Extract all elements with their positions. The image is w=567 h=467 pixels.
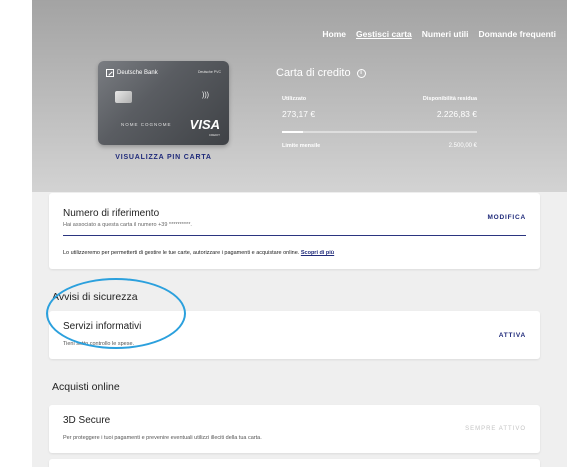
available-label: Disponibilità residua (422, 96, 477, 102)
edit-reference-button[interactable]: MODIFICA (487, 214, 526, 221)
used-value: 273,17 € (282, 109, 316, 119)
nav-domande-frequenti[interactable]: Domande frequenti (479, 29, 556, 39)
credit-card-title: Carta di credito i (276, 67, 366, 79)
reference-title: Numero di riferimento (63, 208, 160, 219)
card-bank: Deutsche Bank (106, 69, 158, 77)
deutsche-bank-logo-icon (106, 69, 114, 77)
app-frame: Home Gestisci carta Numeri utili Domande… (32, 0, 567, 467)
3d-secure-panel: 3D Secure Per proteggere i tuoi pagament… (49, 405, 540, 453)
card-hero: Home Gestisci carta Numeri utili Domande… (32, 0, 567, 192)
info-icon[interactable]: i (356, 68, 366, 78)
card-holder: NOME COGNOME (121, 122, 172, 127)
reference-note-text: Lo utilizzeremo per permetterti di gesti… (63, 250, 300, 256)
view-pin-link[interactable]: VISUALIZZA PIN CARTA (98, 154, 229, 161)
used-label: Utilizzato (282, 96, 307, 102)
learn-more-link[interactable]: Scopri di più (301, 250, 334, 256)
nav-gestisci-carta[interactable]: Gestisci carta (356, 29, 412, 39)
highlight-circle (46, 278, 186, 349)
always-active-status: SEMPRE ATTIVO (465, 426, 526, 432)
reference-note: Lo utilizzeremo per permetterti di gesti… (63, 250, 334, 256)
contactless-icon: ))) (202, 92, 209, 99)
usage-progress-fill (282, 131, 304, 133)
limit-value: 2.500,00 € (448, 143, 477, 149)
limit-label: Limite mensile (282, 143, 321, 149)
reference-subtitle: Hai associato a questa carta il numero +… (63, 222, 192, 228)
activate-button[interactable]: ATTIVA (499, 332, 526, 339)
card-bank-name: Deutsche Bank (117, 70, 158, 76)
credit-card-image: Deutsche Bank Deutsche PVC ))) NOME COGN… (98, 61, 229, 145)
next-panel (49, 459, 540, 467)
usage-progress-bar (282, 131, 477, 133)
nav-numeri-utili[interactable]: Numeri utili (422, 29, 469, 39)
card-network-sub: CREDIT (208, 133, 220, 137)
nav-home[interactable]: Home (322, 29, 346, 39)
3d-secure-subtitle: Per proteggere i tuoi pagamenti e preven… (63, 435, 262, 441)
online-purchases-heading: Acquisti online (52, 381, 120, 393)
available-value: 2.226,83 € (436, 109, 477, 119)
card-brand: Deutsche PVC (198, 70, 221, 74)
credit-card-title-text: Carta di credito (276, 67, 351, 79)
divider (63, 235, 526, 236)
reference-number-panel: Numero di riferimento Hai associato a qu… (49, 193, 540, 269)
3d-secure-title: 3D Secure (63, 415, 111, 426)
visa-logo: VISA (189, 117, 220, 132)
chip-icon (115, 91, 132, 103)
top-nav: Home Gestisci carta Numeri utili Domande… (322, 29, 556, 39)
